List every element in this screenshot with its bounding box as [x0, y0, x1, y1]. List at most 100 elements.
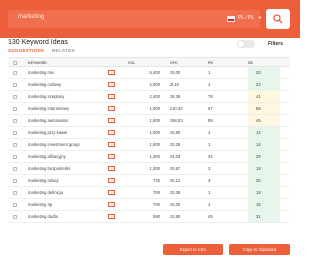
keyword-cell[interactable]: marketing afiliacyjny [28, 151, 108, 162]
pd-cell: 1 [208, 130, 211, 135]
copy-clipboard-button[interactable]: Copy to Clipboard [229, 244, 290, 255]
sd-cell: 14 [256, 142, 261, 147]
row-checkbox[interactable] [13, 199, 23, 210]
cpc-cell: z0,00 [170, 202, 181, 207]
row-checkbox[interactable] [13, 67, 23, 78]
chevron-down-icon[interactable]: ▼ [258, 15, 262, 20]
sd-cell: 41 [256, 94, 261, 99]
cpc-cell: z8,36 [170, 94, 181, 99]
tab-related[interactable]: RELATED [52, 48, 75, 53]
sd-background [248, 67, 280, 78]
filters-toggle[interactable] [237, 40, 255, 48]
language-select[interactable]: PL / PL [238, 15, 254, 21]
pd-cell: 57 [208, 106, 213, 111]
sd-background [248, 79, 280, 90]
row-checkbox[interactable] [13, 175, 23, 186]
cpc-cell: z0,38 [170, 190, 181, 195]
keywords-table: KEYWORD VOL CPC PD SD marketing mix ↗ 5,40… [8, 57, 290, 223]
row-checkbox[interactable] [13, 211, 23, 222]
header-cpc[interactable]: CPC [170, 58, 178, 66]
row-checkbox[interactable] [13, 187, 23, 198]
sd-background [248, 187, 280, 198]
sd-cell: 31 [256, 214, 261, 219]
table-row: marketing bezpośredni ↗ 1,300 z0,67 3 19 [8, 163, 290, 175]
cpc-cell: z4,03 [170, 154, 181, 159]
header-vol[interactable]: VOL [128, 58, 135, 66]
sd-background [248, 103, 280, 114]
arrow-link-icon[interactable]: ↗ [108, 91, 120, 102]
keyword-cell[interactable]: marketing definicja [28, 187, 108, 198]
arrow-link-icon[interactable]: ↗ [108, 115, 120, 126]
row-checkbox[interactable] [13, 139, 23, 150]
pd-cell: 3 [208, 166, 211, 171]
row-checkbox[interactable] [13, 127, 23, 138]
row-checkbox[interactable] [13, 79, 23, 90]
keyword-cell[interactable]: marketing przy kawie [28, 127, 108, 138]
arrow-link-icon[interactable]: ↗ [108, 151, 120, 162]
arrow-link-icon[interactable]: ↗ [108, 67, 120, 78]
arrow-link-icon[interactable]: ↗ [108, 127, 120, 138]
keyword-cell[interactable]: marketing internetowy [28, 103, 108, 114]
arrow-link-icon[interactable]: ↗ [108, 199, 120, 210]
cpc-cell: z0,00 [170, 70, 181, 75]
filters-button[interactable]: Filters [268, 41, 283, 47]
arrow-link-icon[interactable]: ↗ [108, 139, 120, 150]
sd-cell: 29 [256, 154, 261, 159]
sd-background [248, 175, 280, 186]
table-row: marketing definicja ↗ 700 z0,38 1 19 [8, 187, 290, 199]
sd-cell: 19 [256, 190, 261, 195]
table-row: marketing przy kawie ↗ 1,600 z0,80 1 14 [8, 127, 290, 139]
sd-cell: 45 [256, 118, 261, 123]
vol-cell: 5,400 [149, 70, 160, 75]
arrow-link-icon[interactable]: ↗ [108, 103, 120, 114]
vol-cell: 1,300 [149, 166, 160, 171]
row-checkbox[interactable] [13, 163, 23, 174]
arrow-link-icon[interactable]: ↗ [108, 211, 120, 222]
tab-suggestions[interactable]: SUGGESTIONS [8, 48, 44, 53]
table-row: marketing szeptany ↗ 2,400 z8,36 78 41 [8, 91, 290, 103]
arrow-link-icon[interactable]: ↗ [108, 175, 120, 186]
search-input[interactable]: marketing PL / PL ▼ [8, 10, 262, 28]
keyword-cell[interactable]: marketing 4p [28, 199, 108, 210]
cpc-cell: z10,33 [170, 106, 183, 111]
arrow-link-icon[interactable]: ↗ [108, 163, 120, 174]
export-csv-button[interactable]: Export to CSV [163, 244, 223, 255]
header-keyword[interactable]: KEYWORD [28, 58, 108, 66]
header-pd[interactable]: PD [208, 58, 213, 66]
sd-background [248, 139, 280, 150]
pd-cell: 34 [208, 154, 213, 159]
keyword-cell[interactable]: marketing mix [28, 67, 108, 78]
poland-flag-icon[interactable] [227, 16, 235, 22]
cpc-cell: z2,80 [170, 214, 181, 219]
table-header: KEYWORD VOL CPC PD SD [8, 57, 290, 67]
table-row: marketing investment group ↗ 1,600 z0,25 1 14 [8, 139, 290, 151]
table-row: marketing automation ↗ 1,600 z58,03 89 45 [8, 115, 290, 127]
keyword-cell[interactable]: marketing bezpośredni [28, 163, 108, 174]
row-checkbox[interactable] [13, 151, 23, 162]
row-checkbox[interactable] [13, 115, 23, 126]
search-input-value[interactable]: marketing [18, 14, 44, 20]
pd-cell: 1 [208, 70, 211, 75]
table-row: marketing dudla ↗ 590 z2,80 45 31 [8, 211, 290, 223]
table-row: marketing afiliacyjny ↗ 1,300 z4,03 34 29 [8, 151, 290, 163]
select-all-checkbox[interactable] [13, 58, 23, 66]
sd-cell: 56 [256, 106, 261, 111]
search-button[interactable] [266, 9, 290, 29]
keyword-cell[interactable]: marketing szeptany [28, 91, 108, 102]
toggle-knob [238, 41, 244, 47]
row-checkbox[interactable] [13, 103, 23, 114]
vol-cell: 2,400 [149, 94, 160, 99]
keyword-cell[interactable]: marketing cielowy [28, 79, 108, 90]
keyword-cell[interactable]: marketing relacji [28, 175, 108, 186]
vol-cell: 2,900 [149, 82, 160, 87]
sd-cell: 20 [256, 178, 261, 183]
keyword-cell[interactable]: marketing investment group [28, 139, 108, 150]
arrow-link-icon[interactable]: ↗ [108, 187, 120, 198]
header-sd[interactable]: SD [248, 58, 278, 66]
keyword-cell[interactable]: marketing dudla [28, 211, 108, 222]
arrow-link-icon[interactable]: ↗ [108, 79, 120, 90]
row-checkbox[interactable] [13, 91, 23, 102]
sd-cell: 19 [256, 166, 261, 171]
sd-background [248, 163, 280, 174]
keyword-cell[interactable]: marketing automation [28, 115, 108, 126]
